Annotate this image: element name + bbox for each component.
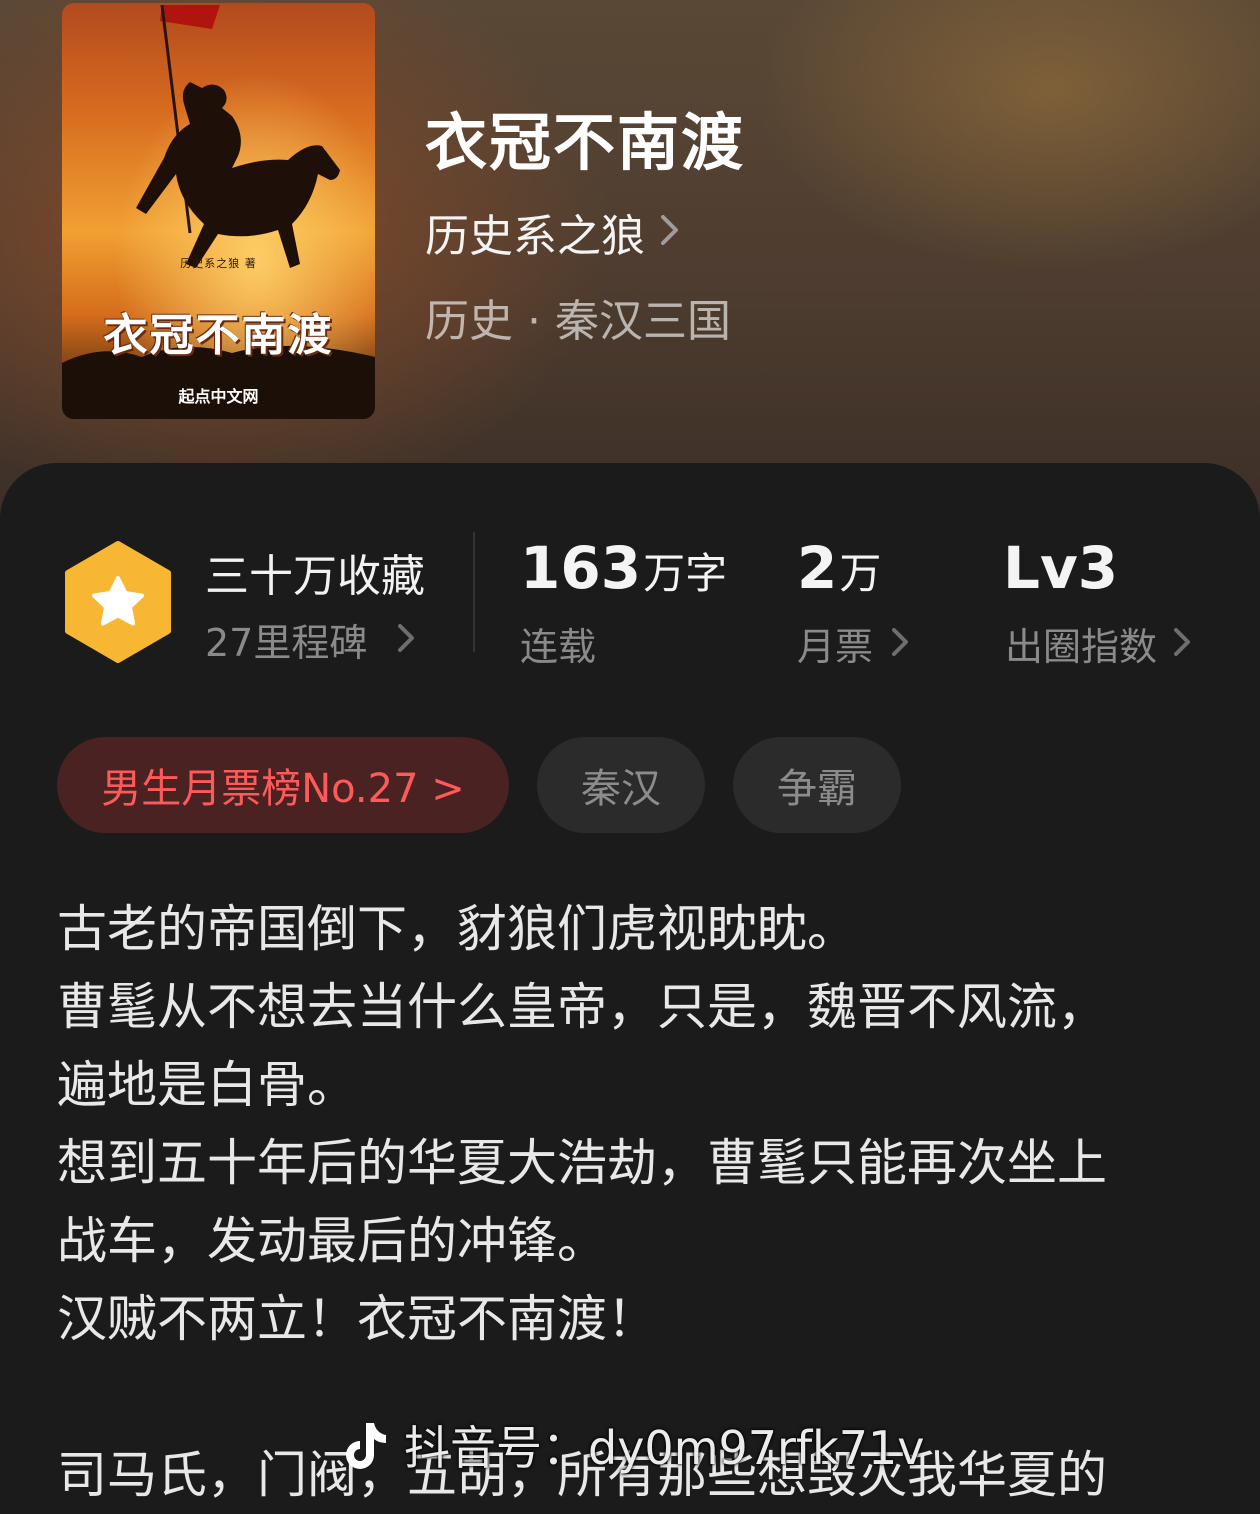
cover-title: 衣冠不南渡 bbox=[103, 310, 334, 361]
stats-row: 三十万收藏 27里程碑 163万字 连载 2万 月票 Lv3 出圈指数 bbox=[0, 528, 1260, 678]
description-line: 曹髦从不想去当什么皇帝，只是，魏晋不风流， bbox=[57, 978, 1107, 1036]
monthly-votes-value: 2 bbox=[797, 534, 838, 602]
douyin-watermark: 抖音号：dy0m97rfk71v bbox=[340, 1412, 925, 1478]
monthly-votes-unit: 万 bbox=[839, 549, 882, 598]
stats-divider bbox=[473, 532, 475, 652]
word-count-value: 163 bbox=[520, 534, 642, 602]
favorites-count[interactable]: 三十万收藏 bbox=[205, 540, 425, 604]
chevron-right-icon bbox=[891, 622, 909, 666]
book-category[interactable]: 历史 · 秦汉三国 bbox=[425, 285, 731, 349]
chevron-right-icon bbox=[659, 207, 681, 258]
serial-status: 连载 bbox=[520, 625, 597, 669]
star-hexagon-badge-icon[interactable] bbox=[62, 540, 174, 664]
word-count: 163万字 bbox=[520, 534, 727, 602]
monthly-votes-label: 月票 bbox=[797, 625, 874, 669]
monthly-votes-link[interactable]: 月票 bbox=[797, 616, 909, 671]
milestones-label: 27里程碑 bbox=[205, 621, 368, 665]
tag-zhengba[interactable]: 争霸 bbox=[733, 737, 901, 833]
douyin-logo-icon bbox=[346, 1423, 386, 1469]
watermark-text: 抖音号：dy0m97rfk71v bbox=[404, 1421, 925, 1475]
description-line: 汉贼不两立！衣冠不南渡！ bbox=[57, 1290, 657, 1348]
chevron-right-icon bbox=[397, 618, 415, 662]
monthly-votes: 2万 bbox=[797, 534, 881, 602]
word-count-unit: 万字 bbox=[643, 549, 728, 598]
milestones-link[interactable]: 27里程碑 bbox=[205, 612, 415, 667]
description-line: 遍地是白骨。 bbox=[57, 1056, 357, 1114]
chevron-right-icon bbox=[1173, 622, 1191, 666]
author-name: 历史系之狼 bbox=[425, 211, 645, 262]
description-line: 想到五十年后的华夏大浩劫，曹髦只能再次坐上 bbox=[57, 1134, 1107, 1192]
popularity-index-link[interactable]: 出圈指数 bbox=[1005, 616, 1191, 671]
cover-publisher: 起点中文网 bbox=[178, 387, 259, 406]
author-link[interactable]: 历史系之狼 bbox=[425, 200, 681, 264]
description-line: 战车，发动最后的冲锋。 bbox=[57, 1212, 607, 1270]
level-value: Lv3 bbox=[1003, 534, 1119, 602]
popularity-index-label: 出圈指数 bbox=[1005, 625, 1158, 669]
description-line: 古老的帝国倒下，豺狼们虎视眈眈。 bbox=[57, 900, 857, 958]
rank-tag[interactable]: 男生月票榜No.27 > bbox=[57, 737, 509, 833]
tag-qinhan[interactable]: 秦汉 bbox=[537, 737, 705, 833]
book-cover[interactable]: 历史系之狼 著 衣冠不南渡 起点中文网 bbox=[62, 3, 375, 419]
cover-author-line: 历史系之狼 著 bbox=[180, 257, 257, 270]
book-title: 衣冠不南渡 bbox=[425, 106, 746, 179]
